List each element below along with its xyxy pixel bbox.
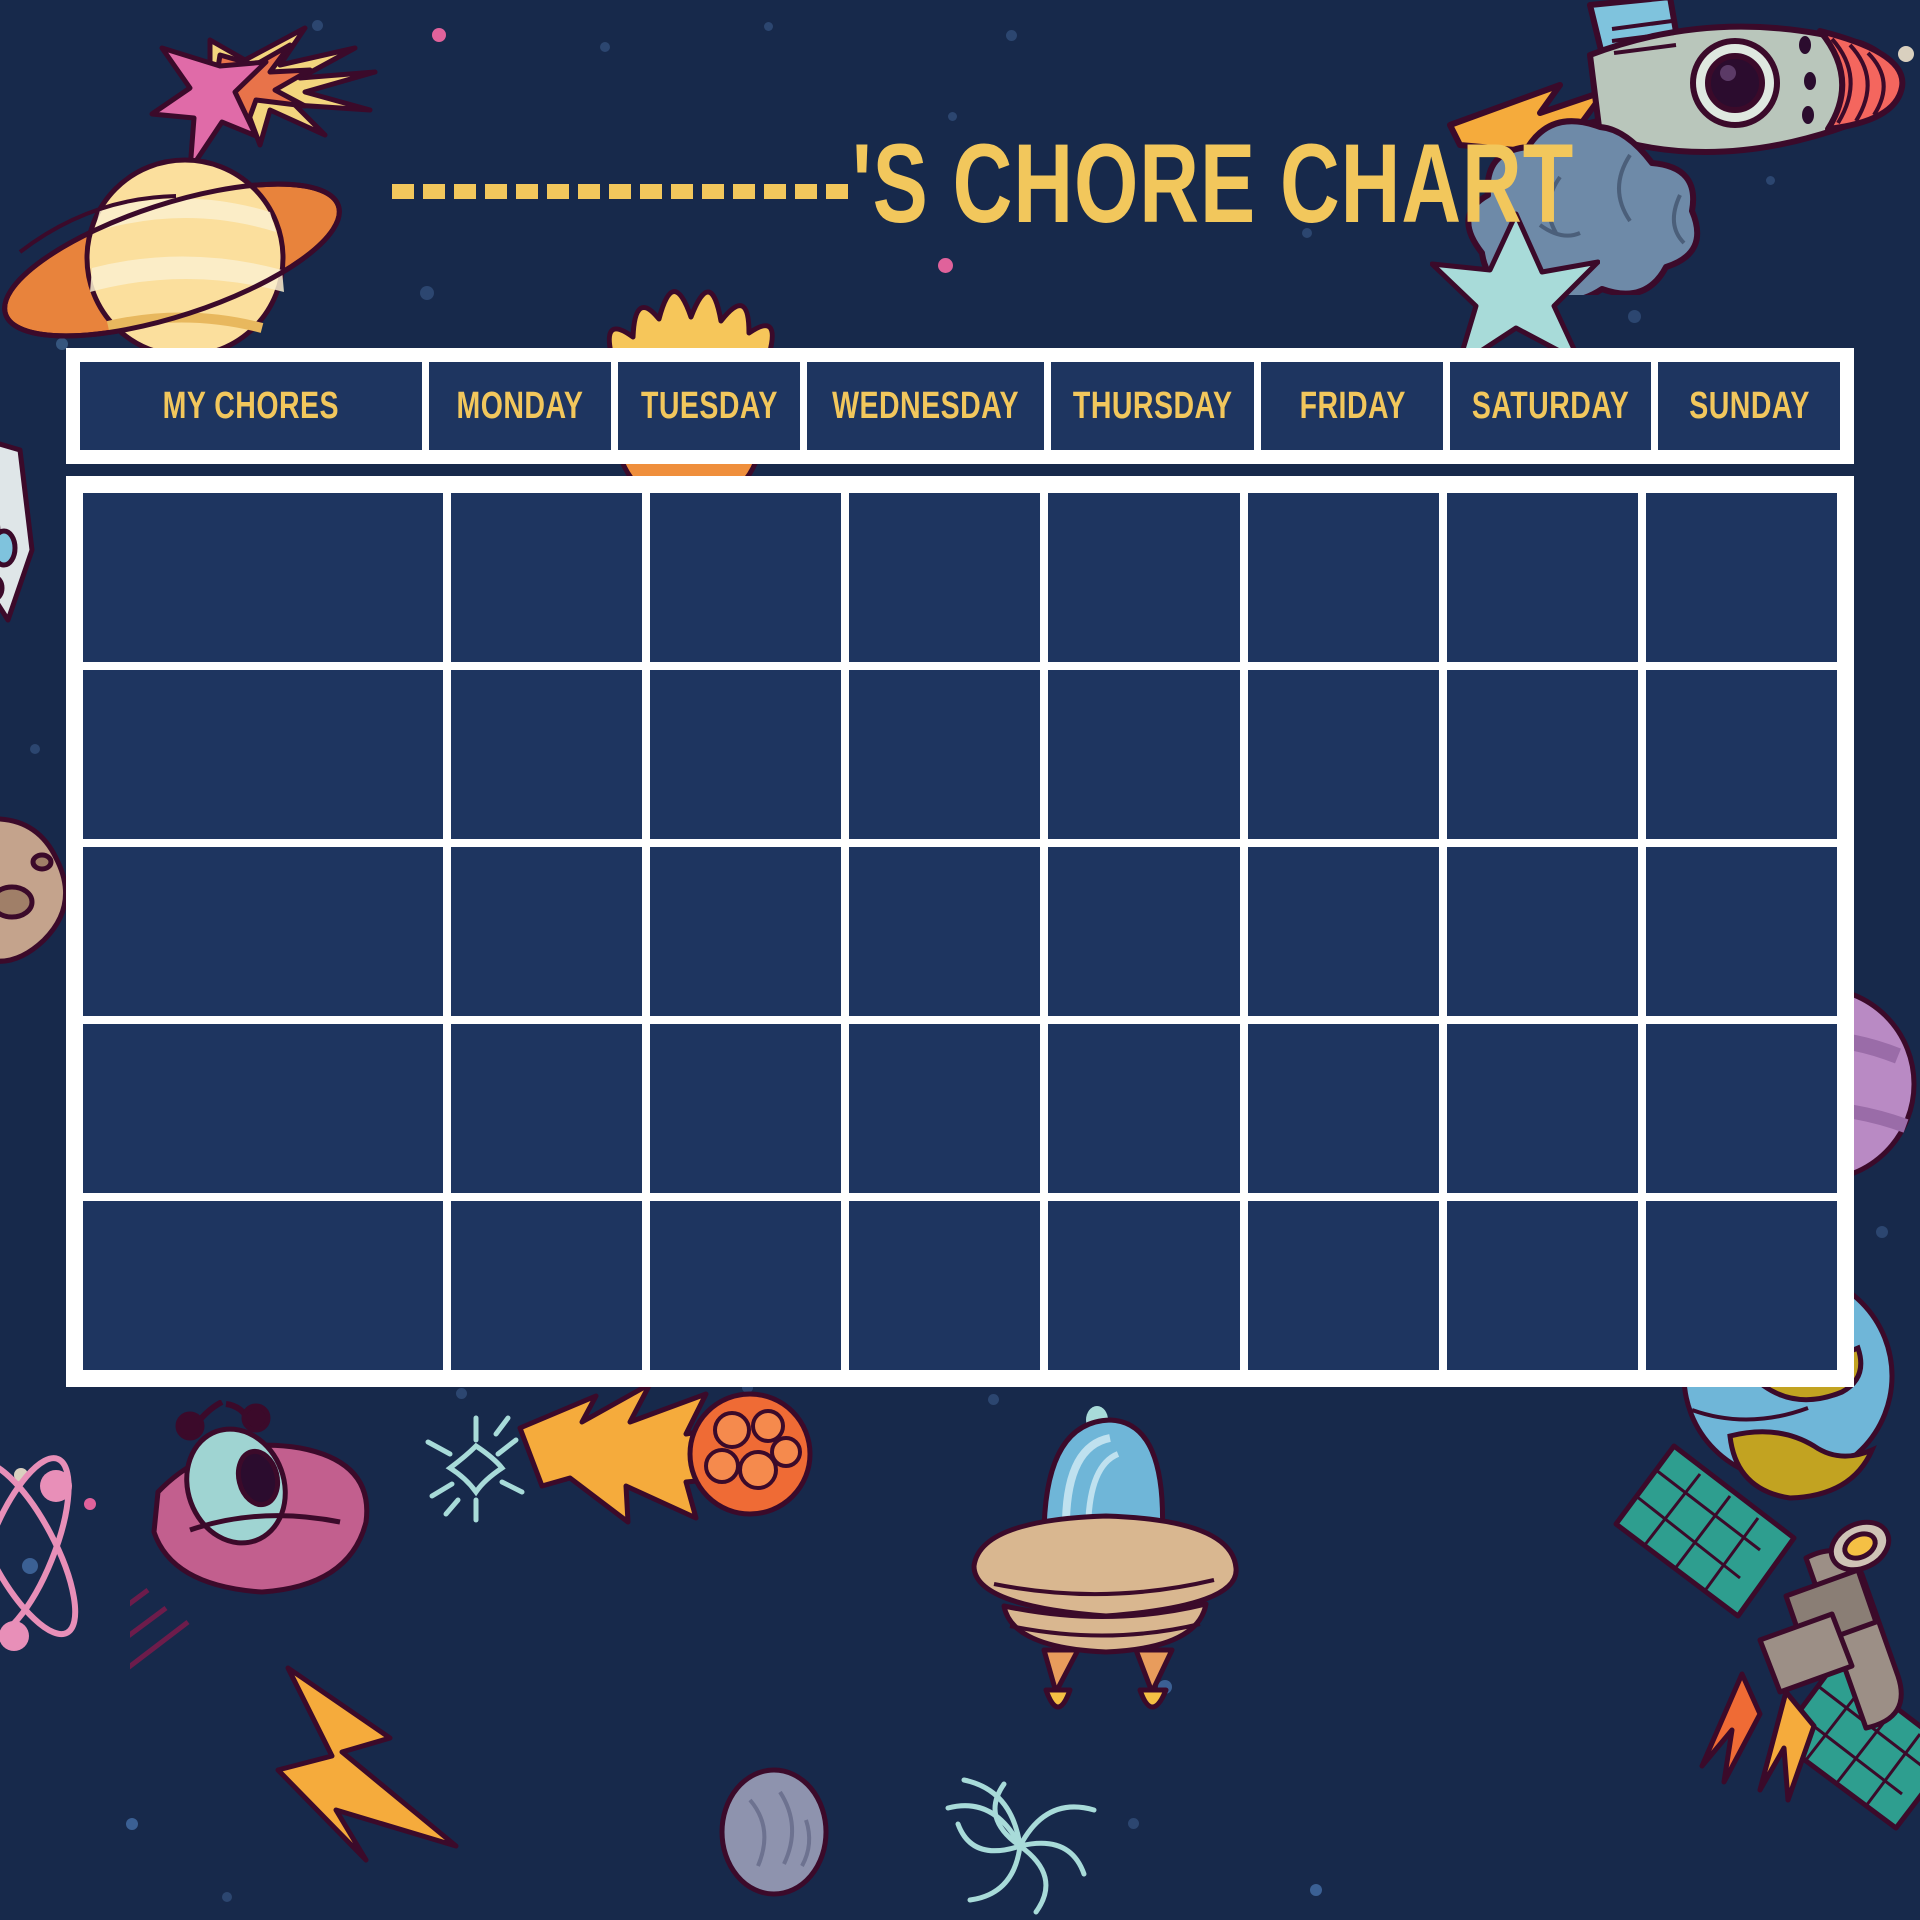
column-header-label: TUESDAY: [640, 384, 778, 427]
cell-friday[interactable]: [1247, 1201, 1439, 1370]
column-header-label: SUNDAY: [1688, 384, 1810, 427]
cell-monday[interactable]: [450, 1201, 643, 1370]
satellite-icon: [1590, 1430, 1920, 1850]
cell-friday[interactable]: [1247, 493, 1439, 662]
column-header-thursday[interactable]: THURSDAY: [1050, 362, 1255, 450]
cell-thursday[interactable]: [1048, 847, 1240, 1016]
cell-chore[interactable]: [83, 1024, 443, 1193]
column-header-wednesday[interactable]: WEDNESDAY: [806, 362, 1044, 450]
cell-monday[interactable]: [450, 1024, 643, 1193]
cell-sunday[interactable]: [1645, 1024, 1837, 1193]
column-header-friday[interactable]: FRIDAY: [1261, 362, 1444, 450]
cell-monday[interactable]: [450, 493, 643, 662]
cell-tuesday[interactable]: [650, 1201, 842, 1370]
ufo-dome-icon: [940, 1400, 1270, 1710]
table-row: [83, 1024, 1837, 1193]
moon-grey-icon: [710, 1760, 840, 1900]
cell-chore[interactable]: [83, 670, 443, 839]
cell-chore[interactable]: [83, 847, 443, 1016]
cell-wednesday[interactable]: [849, 493, 1041, 662]
cell-saturday[interactable]: [1446, 493, 1638, 662]
cell-monday[interactable]: [450, 847, 643, 1016]
column-header-sunday[interactable]: SUNDAY: [1658, 362, 1840, 450]
page-title: 'S CHORE CHART: [0, 127, 1920, 250]
cell-wednesday[interactable]: [849, 1201, 1041, 1370]
cell-tuesday[interactable]: [650, 847, 842, 1016]
atom-orbit-icon: [0, 1440, 130, 1670]
page-title-text: 'S CHORE CHART: [851, 119, 1574, 247]
lightning-bolt-icon: [270, 1660, 480, 1890]
cell-chore[interactable]: [83, 493, 443, 662]
cell-tuesday[interactable]: [650, 493, 842, 662]
cell-thursday[interactable]: [1048, 1024, 1240, 1193]
cell-saturday[interactable]: [1446, 847, 1638, 1016]
cell-sunday[interactable]: [1645, 847, 1837, 1016]
galaxy-spiral-icon: [910, 1750, 1130, 1920]
column-header-label: MONDAY: [456, 384, 584, 427]
cell-wednesday[interactable]: [849, 670, 1041, 839]
table-row: [83, 670, 1837, 839]
column-header-monday[interactable]: MONDAY: [429, 362, 612, 450]
cell-saturday[interactable]: [1446, 1024, 1638, 1193]
chore-chart-grid: MY CHORES MONDAY TUESDAY WEDNESDAY THURS…: [66, 348, 1854, 1387]
chart-header-table: MY CHORES MONDAY TUESDAY WEDNESDAY THURS…: [66, 348, 1854, 464]
column-header-tuesday[interactable]: TUESDAY: [618, 362, 800, 450]
cell-sunday[interactable]: [1645, 493, 1837, 662]
column-header-chores[interactable]: MY CHORES: [80, 362, 423, 450]
cell-tuesday[interactable]: [650, 1024, 842, 1193]
cell-thursday[interactable]: [1048, 670, 1240, 839]
column-header-label: THURSDAY: [1072, 384, 1233, 427]
table-row: [83, 493, 1837, 662]
cell-tuesday[interactable]: [650, 670, 842, 839]
header-row: MY CHORES MONDAY TUESDAY WEDNESDAY THURS…: [80, 362, 1840, 450]
shooting-star-pink-icon: [70, 10, 400, 173]
cell-thursday[interactable]: [1048, 1201, 1240, 1370]
column-header-saturday[interactable]: SATURDAY: [1450, 362, 1652, 450]
cell-wednesday[interactable]: [849, 847, 1041, 1016]
column-header-label: SATURDAY: [1471, 384, 1630, 427]
column-header-label: MY CHORES: [162, 384, 340, 427]
comet-fireball-icon: [500, 1360, 820, 1560]
cell-saturday[interactable]: [1446, 670, 1638, 839]
chart-body-table: [66, 476, 1854, 1387]
cell-chore[interactable]: [83, 1201, 443, 1370]
cell-thursday[interactable]: [1048, 493, 1240, 662]
chore-chart-page: 'S CHORE CHART MY CHORES MONDAY TUESDAY …: [0, 0, 1920, 1920]
alien-saucer-icon: [68, 1399, 410, 1682]
cell-monday[interactable]: [450, 670, 643, 839]
cell-sunday[interactable]: [1645, 1201, 1837, 1370]
cell-saturday[interactable]: [1446, 1201, 1638, 1370]
column-header-label: FRIDAY: [1299, 384, 1406, 427]
column-header-label: WEDNESDAY: [831, 384, 1019, 427]
sparkle-star-icon: [412, 1396, 542, 1536]
cell-friday[interactable]: [1247, 1024, 1439, 1193]
name-blank-line[interactable]: [391, 183, 848, 199]
cell-wednesday[interactable]: [849, 1024, 1041, 1193]
table-row: [83, 847, 1837, 1016]
cell-sunday[interactable]: [1645, 670, 1837, 839]
cell-friday[interactable]: [1247, 670, 1439, 839]
cell-friday[interactable]: [1247, 847, 1439, 1016]
table-row: [83, 1201, 1837, 1370]
